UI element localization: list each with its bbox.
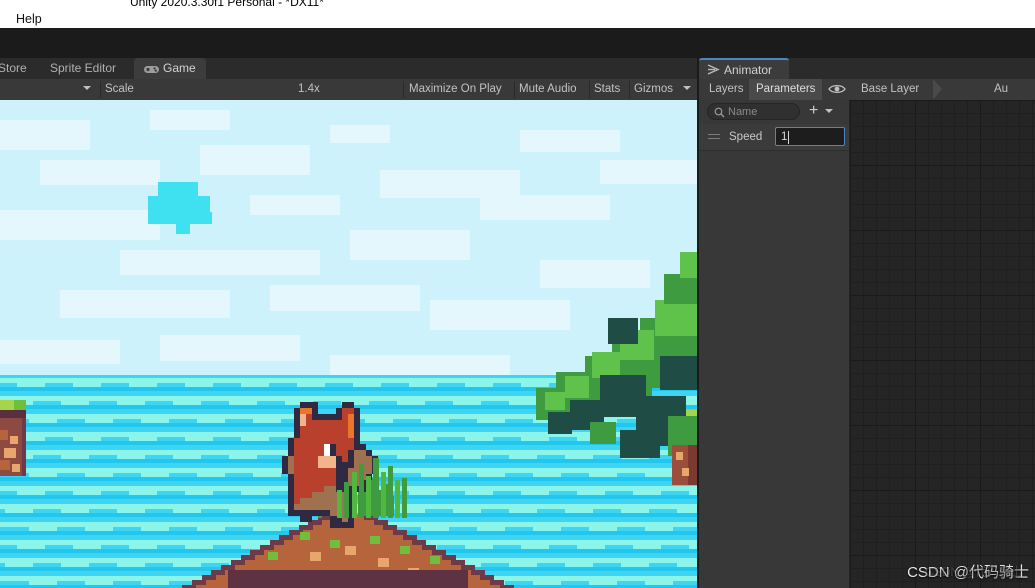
breadcrumb-base-layer[interactable]: Base Layer — [861, 79, 919, 100]
tab-game-label: Game — [163, 61, 196, 75]
parameter-row-speed[interactable]: Speed 1 — [699, 124, 849, 151]
auto-live-link-label[interactable]: Au — [987, 79, 1015, 100]
stats-toggle[interactable]: Stats — [594, 79, 620, 100]
gizmos-caret[interactable] — [683, 79, 691, 100]
search-icon — [714, 107, 725, 121]
animator-parameters-column: Name + Speed 1 — [699, 100, 850, 588]
tab-asset-store[interactable]: Store — [0, 58, 37, 79]
animator-tab-strip: Animator — [699, 58, 1035, 79]
tab-animator-label: Animator — [724, 63, 772, 77]
eye-icon[interactable] — [828, 83, 846, 96]
title-bar: Unity 2020.3.30f1 Personal - *DX11* — [0, 0, 1035, 10]
gamepad-icon — [144, 60, 159, 81]
aspect-dropdown-caret[interactable] — [83, 79, 91, 100]
scale-label: Scale — [105, 79, 134, 100]
tab-game[interactable]: Game — [134, 58, 206, 79]
search-placeholder: Name — [728, 105, 757, 120]
tab-sprite-editor[interactable]: Sprite Editor — [40, 58, 126, 79]
game-panel: Store Sprite Editor Game ct Scale 1.4x — [0, 58, 697, 588]
game-view-render[interactable] — [0, 100, 697, 588]
unity-editor-window: Unity 2020.3.30f1 Personal - *DX11* Help… — [0, 0, 1035, 588]
animator-state-graph[interactable] — [850, 100, 1035, 588]
search-input[interactable]: Name — [707, 103, 800, 120]
chevron-down-icon — [83, 86, 91, 90]
parameter-value: 1 — [781, 130, 787, 145]
animator-tab-layers[interactable]: Layers — [702, 79, 751, 100]
tab-animator[interactable]: Animator — [699, 58, 789, 79]
parameter-search-row: Name + — [699, 100, 849, 124]
menu-bar: Help — [0, 10, 1035, 28]
maximize-on-play-toggle[interactable]: Maximize On Play — [409, 79, 502, 100]
gizmos-dropdown[interactable]: Gizmos — [634, 79, 673, 100]
main-toolbar: cal — [0, 28, 1035, 58]
animator-panel: Animator Layers Parameters Base Layer Au — [699, 58, 1035, 588]
watermark-faint-text: CSDN @代码骑士 — [925, 563, 1023, 580]
parameter-name-label: Speed — [729, 129, 762, 145]
game-tab-strip: Store Sprite Editor Game — [0, 58, 697, 79]
scale-value: 1.4x — [298, 79, 320, 100]
animator-toolbar: Layers Parameters Base Layer Au — [699, 79, 1035, 101]
chevron-down-icon[interactable] — [825, 109, 833, 113]
menu-item-help[interactable]: Help — [12, 12, 46, 27]
add-parameter-button[interactable]: + — [809, 103, 818, 119]
foreground-grass-tuft — [0, 100, 697, 588]
animator-tab-parameters[interactable]: Parameters — [749, 79, 822, 100]
chevron-down-icon — [683, 86, 691, 90]
text-cursor — [788, 131, 789, 144]
mute-audio-toggle[interactable]: Mute Audio — [519, 79, 577, 100]
game-view-toolbar: ct Scale 1.4x Maximize On Play Mute Audi… — [0, 79, 697, 101]
window-title: Unity 2020.3.30f1 Personal - *DX11* — [130, 0, 324, 9]
drag-handle-icon[interactable] — [708, 134, 720, 140]
parameter-value-input[interactable]: 1 — [775, 127, 845, 146]
watermark: CSDN @代码骑士 CSDN @代码骑士 — [907, 561, 1029, 582]
